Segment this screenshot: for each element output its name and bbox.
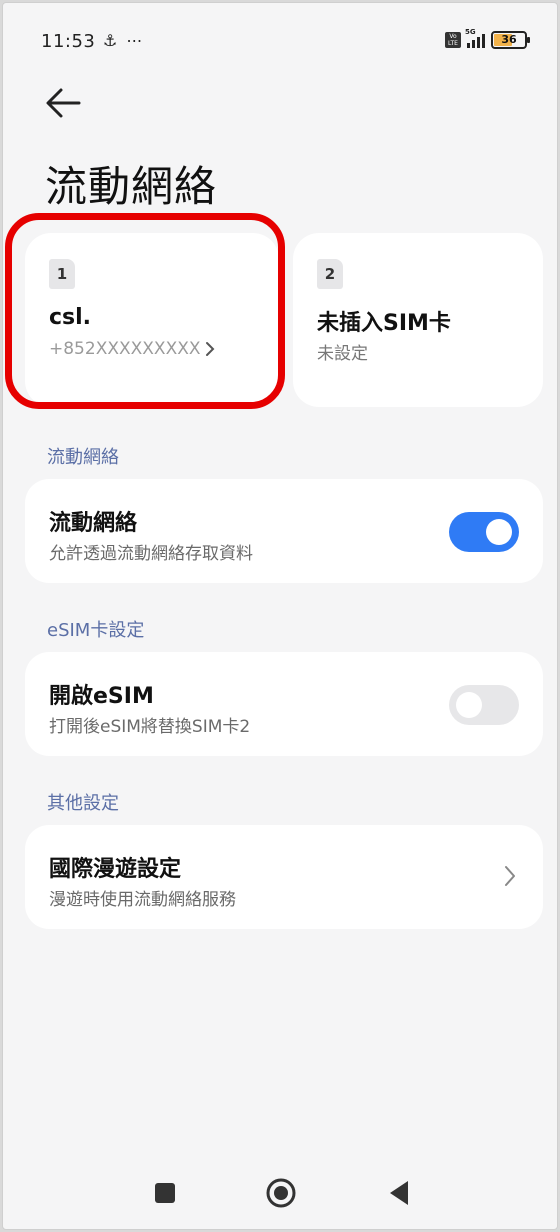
- section-label-esim: eSIM卡設定: [47, 620, 145, 641]
- volte-icon: Vo LTE: [445, 32, 461, 48]
- mobile-data-row[interactable]: 流動網絡 允許透過流動網絡存取資料: [25, 479, 543, 583]
- esim-title: 開啟eSIM: [49, 684, 154, 709]
- sim-card-2[interactable]: 2 未插入SIM卡 未設定: [293, 233, 543, 407]
- sim-number-row: +852XXXXXXXXX: [49, 339, 215, 359]
- section-label-mobile-network: 流動網絡: [47, 447, 119, 468]
- notification-icons: ⚓ ⋯: [103, 31, 145, 50]
- battery-icon: 36: [491, 31, 530, 49]
- roaming-subtitle: 漫遊時使用流動網絡服務: [49, 890, 236, 910]
- roaming-settings-row[interactable]: 國際漫遊設定 漫遊時使用流動網絡服務: [25, 825, 543, 929]
- roaming-title: 國際漫遊設定: [49, 857, 182, 882]
- back-triangle-icon[interactable]: [379, 1173, 419, 1213]
- sim-phone-number: +852XXXXXXXXX: [49, 339, 201, 359]
- esim-row[interactable]: 開啟eSIM 打開後eSIM將替換SIM卡2: [25, 652, 543, 756]
- mobile-data-toggle[interactable]: [449, 512, 519, 552]
- sim-card-1[interactable]: 1 csl. +852XXXXXXXXX: [25, 233, 279, 407]
- sim-slot-badge: 2: [317, 259, 343, 289]
- esim-subtitle: 打開後eSIM將替換SIM卡2: [49, 717, 251, 737]
- sim-status-title: 未插入SIM卡: [317, 311, 451, 336]
- section-label-other: 其他設定: [47, 793, 119, 814]
- esim-toggle[interactable]: [449, 685, 519, 725]
- sim-status-sub: 未設定: [317, 344, 368, 364]
- phone-screen: 11:53 ⚓ ⋯ Vo LTE 5G 36 流動網絡 1 csl. +852XX…: [2, 2, 558, 1230]
- mobile-data-title: 流動網絡: [49, 511, 138, 536]
- signal-icon: 5G: [465, 28, 485, 48]
- system-nav-bar: [3, 1173, 557, 1223]
- status-bar: 11:53 ⚓ ⋯ Vo LTE 5G 36: [41, 28, 530, 57]
- back-arrow-icon[interactable]: [43, 85, 85, 121]
- mobile-data-subtitle: 允許透過流動網絡存取資料: [49, 544, 253, 564]
- chevron-right-icon: [205, 342, 214, 356]
- sim-carrier-name: csl.: [49, 305, 92, 330]
- sim-slot-badge: 1: [49, 259, 75, 289]
- status-right-icons: Vo LTE 5G 36: [445, 28, 530, 49]
- battery-level: 36: [501, 33, 517, 46]
- recents-square-icon[interactable]: [145, 1173, 185, 1213]
- status-time: 11:53: [41, 31, 96, 52]
- chevron-right-icon: [505, 866, 515, 886]
- home-circle-icon[interactable]: [261, 1173, 301, 1213]
- page-title: 流動網絡: [45, 162, 218, 211]
